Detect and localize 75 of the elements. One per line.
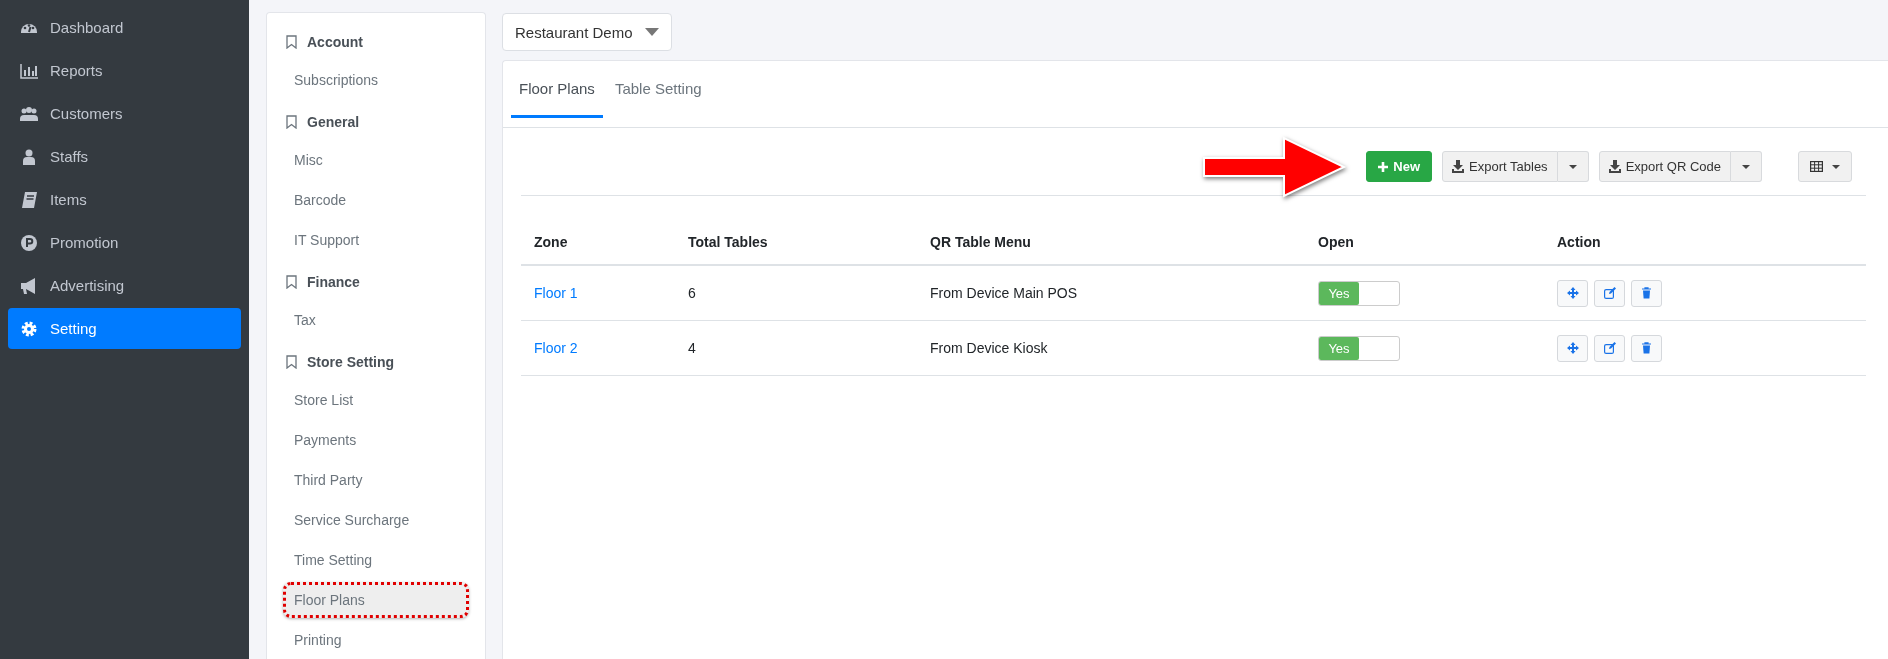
tab[interactable]: Table Setting — [606, 61, 710, 118]
caret-down-icon — [1832, 164, 1840, 169]
settings-icon — [20, 319, 38, 338]
export-button[interactable]: Export QR Code — [1598, 151, 1731, 182]
bookmark-icon — [286, 35, 297, 49]
caret-down-icon — [1742, 164, 1750, 169]
plus-icon — [1378, 161, 1389, 172]
columns-dropdown-button[interactable] — [1798, 151, 1852, 182]
bookmark-icon — [286, 355, 297, 369]
caret-down-icon — [644, 28, 659, 36]
zone-link[interactable]: Floor 1 — [534, 285, 578, 301]
nav-item[interactable]: Reports — [8, 50, 241, 91]
edit-button[interactable] — [1594, 279, 1625, 307]
group-heading: Store Setting — [307, 354, 395, 370]
table-cell: From Device Kiosk — [930, 340, 1048, 356]
download-icon — [1608, 160, 1621, 173]
settings-menu-item[interactable]: Store List — [285, 382, 469, 418]
new-button[interactable]: New — [1366, 151, 1433, 182]
settings-menu-item[interactable]: Payments — [285, 422, 469, 458]
settings-menu-item[interactable]: Service Surcharge — [285, 502, 469, 538]
edit-button[interactable] — [1594, 334, 1625, 362]
dropdown-toggle[interactable] — [1557, 151, 1589, 182]
export-button[interactable]: Export Tables — [1442, 151, 1558, 182]
group-heading: Finance — [307, 274, 360, 290]
move-arrows-icon — [1566, 342, 1579, 354]
column-header: Total Tables — [675, 220, 917, 265]
dropdown-toggle[interactable] — [1731, 151, 1762, 182]
users-icon — [20, 104, 38, 123]
settings-menu-item[interactable]: Barcode — [285, 182, 469, 218]
nav-item[interactable]: Setting — [8, 308, 241, 349]
group-heading: General — [307, 114, 360, 130]
user-icon — [20, 147, 38, 166]
book-icon — [20, 190, 38, 209]
download-icon — [1452, 160, 1465, 173]
settings-menu-item[interactable]: IT Support — [285, 222, 469, 258]
nav-item[interactable]: Advertising — [8, 265, 241, 306]
settings-menu-item[interactable]: Subscriptions — [285, 62, 469, 98]
table-cell: 6 — [688, 285, 696, 301]
bookmark-icon — [286, 275, 297, 289]
settings-menu-item[interactable]: Tax — [285, 302, 469, 338]
zone-link[interactable]: Floor 2 — [534, 340, 578, 356]
settings-menu-item[interactable]: Floor Plans — [283, 582, 469, 618]
delete-button[interactable] — [1631, 334, 1662, 362]
settings-menu-item[interactable]: Misc — [285, 142, 469, 178]
settings-menu-item[interactable]: Printing — [285, 622, 469, 658]
edit-icon — [1603, 287, 1616, 299]
store-selector[interactable]: Restaurant Demo — [502, 13, 672, 51]
column-header: Action — [1544, 220, 1866, 265]
megaphone-icon — [20, 276, 38, 295]
delete-button[interactable] — [1631, 279, 1662, 307]
p-circle-icon — [20, 233, 38, 252]
group-heading: Account — [307, 34, 363, 50]
table-grid-icon — [1810, 161, 1823, 172]
bookmark-icon — [286, 115, 297, 129]
trash-icon — [1640, 342, 1653, 354]
column-header: QR Table Menu — [917, 220, 1305, 265]
nav-item[interactable]: Staffs — [8, 136, 241, 177]
column-header: Open — [1305, 220, 1544, 265]
column-header: Zone — [521, 220, 675, 265]
bar-chart-icon — [20, 61, 38, 80]
settings-menu-item[interactable]: Third Party — [285, 462, 469, 498]
move-button[interactable] — [1557, 279, 1588, 307]
table-cell: 4 — [688, 340, 696, 356]
move-arrows-icon — [1566, 287, 1579, 299]
caret-down-icon — [1568, 164, 1577, 169]
trash-icon — [1640, 287, 1653, 299]
table-cell: From Device Main POS — [930, 285, 1078, 301]
tab[interactable]: Floor Plans — [511, 61, 603, 118]
move-button[interactable] — [1557, 334, 1588, 362]
nav-item[interactable]: Items — [8, 179, 241, 220]
nav-item[interactable]: Customers — [8, 93, 241, 134]
nav-item[interactable]: Dashboard — [8, 7, 241, 48]
nav-item[interactable]: Promotion — [8, 222, 241, 263]
settings-menu-item[interactable]: Time Setting — [285, 542, 469, 578]
edit-icon — [1603, 342, 1616, 354]
